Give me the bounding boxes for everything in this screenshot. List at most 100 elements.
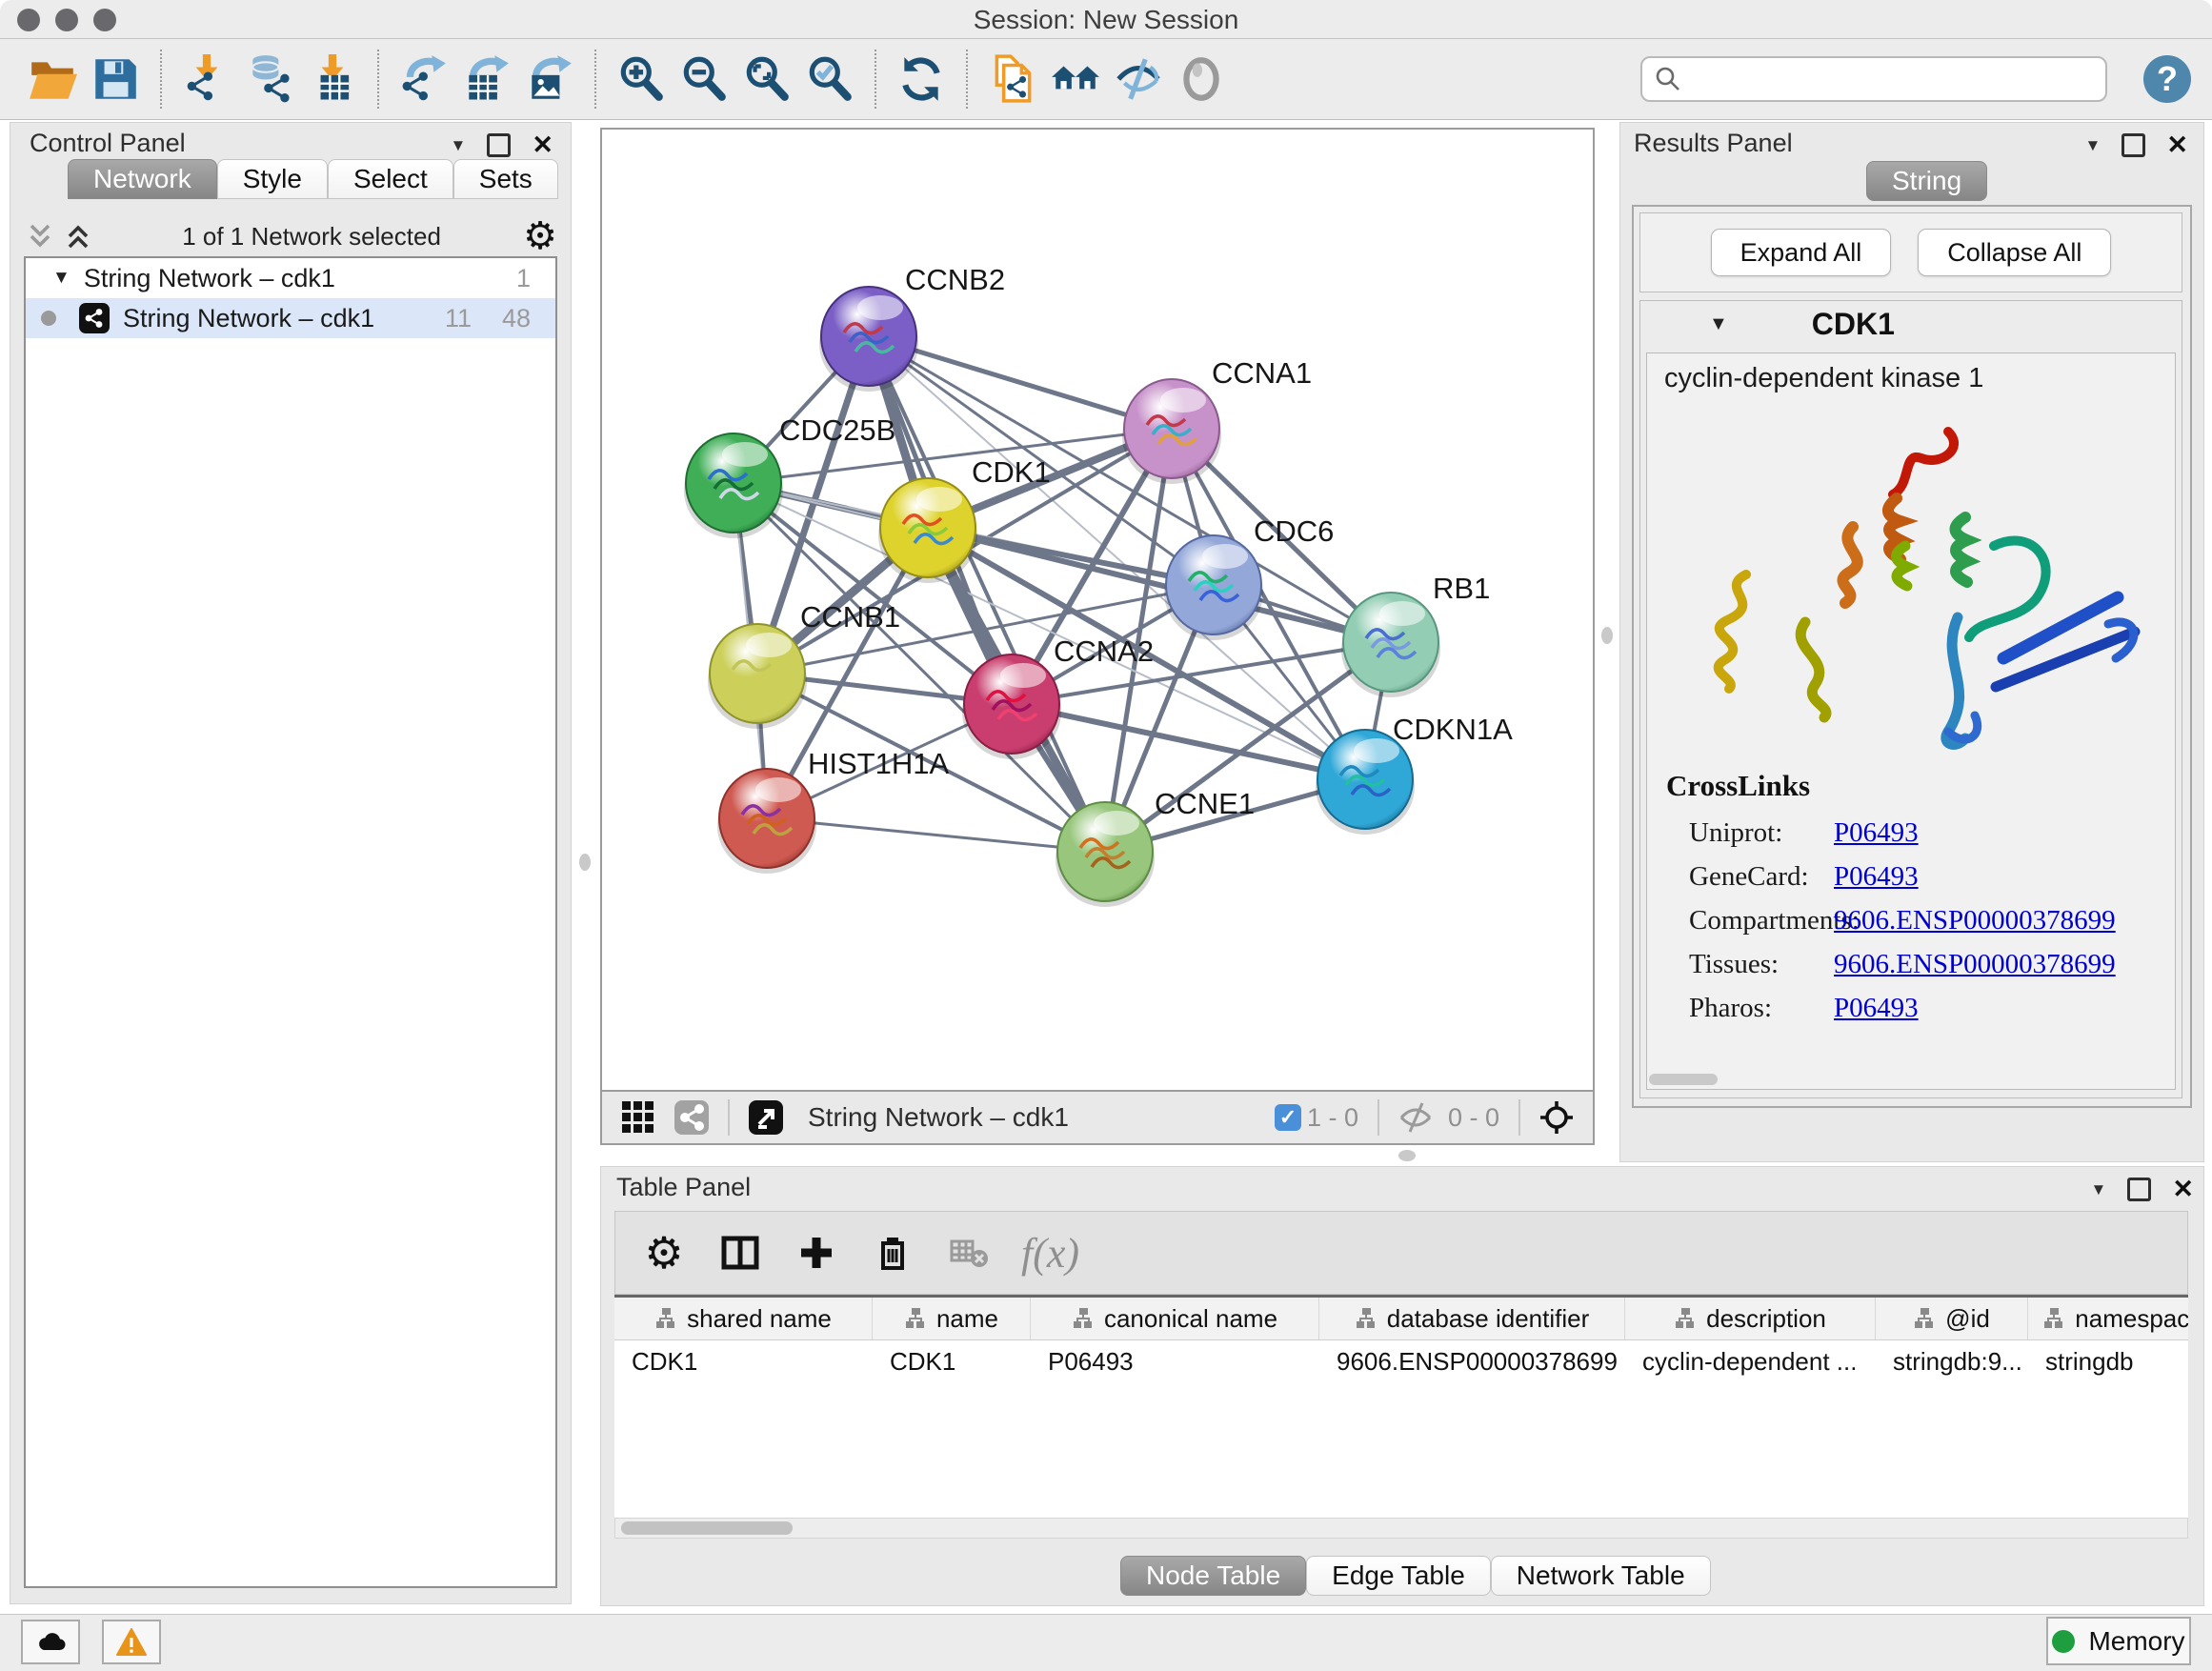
close-panel-icon[interactable]: ✕ bbox=[532, 132, 553, 158]
zoom-in-button[interactable] bbox=[610, 46, 673, 112]
crosslink-link[interactable]: P06493 bbox=[1834, 993, 1919, 1024]
table-cell[interactable]: stringdb:9... bbox=[1876, 1340, 2028, 1382]
export-network-button[interactable] bbox=[392, 46, 455, 112]
results-hscroll-thumb[interactable] bbox=[1649, 1074, 1718, 1085]
bottom-splitter-handle[interactable] bbox=[1398, 1150, 1416, 1161]
column-header-canonical-name[interactable]: canonical name bbox=[1031, 1298, 1319, 1339]
close-panel-icon[interactable]: ✕ bbox=[2166, 132, 2188, 158]
column-header-name[interactable]: name bbox=[873, 1298, 1031, 1339]
table-hscroll-thumb[interactable] bbox=[621, 1521, 793, 1535]
create-column-icon[interactable] bbox=[793, 1229, 840, 1277]
collapse-entry-icon[interactable]: ▼ bbox=[1709, 313, 1728, 335]
network-node-hist1h1a[interactable]: HIST1H1A bbox=[717, 747, 949, 874]
table-cell[interactable]: P06493 bbox=[1031, 1340, 1319, 1382]
tab-select[interactable]: Select bbox=[328, 159, 453, 199]
panel-menu-icon[interactable]: ▼ bbox=[2091, 1181, 2107, 1198]
cloud-button[interactable] bbox=[21, 1620, 80, 1664]
network-row[interactable]: String Network – cdk1 11 48 bbox=[26, 298, 555, 338]
crosslink-link[interactable]: 9606.ENSP00000378699 bbox=[1834, 949, 2116, 980]
import-network-button[interactable] bbox=[175, 46, 238, 112]
float-panel-icon[interactable] bbox=[487, 133, 511, 157]
zoom-fit-button[interactable] bbox=[735, 46, 798, 112]
memory-button[interactable]: Memory bbox=[2046, 1617, 2191, 1665]
float-panel-icon[interactable] bbox=[2127, 1178, 2151, 1201]
delete-column-trash-icon[interactable] bbox=[869, 1229, 916, 1277]
import-database-icon bbox=[244, 53, 295, 105]
table-cell[interactable]: CDK1 bbox=[873, 1340, 1031, 1382]
table-cell[interactable]: 9606.ENSP00000378699 bbox=[1319, 1340, 1625, 1382]
network-node-ccna1[interactable]: CCNA1 bbox=[1122, 356, 1312, 484]
share-document-button[interactable] bbox=[981, 46, 1044, 112]
window-title: Session: New Session bbox=[0, 5, 2212, 35]
crosslink-link[interactable]: 9606.ENSP00000378699 bbox=[1834, 905, 2116, 936]
collapse-collection-icon[interactable]: ▼ bbox=[52, 268, 70, 289]
float-panel-icon[interactable] bbox=[2122, 133, 2145, 157]
import-table-button[interactable] bbox=[301, 46, 364, 112]
network-canvas[interactable]: CCNB2CCNA1CDC25BCDK1CDC6RB1CCNB1CCNA2CDK… bbox=[600, 128, 1595, 1092]
export-image-button[interactable] bbox=[518, 46, 581, 112]
tab-edge-table[interactable]: Edge Table bbox=[1306, 1556, 1491, 1596]
node-entry-header[interactable]: ▼ CDK1 bbox=[1640, 301, 2182, 347]
string-view-icon[interactable] bbox=[671, 1097, 713, 1138]
network-node-cdk1[interactable]: CDK1 bbox=[878, 455, 1051, 583]
left-splitter-handle[interactable] bbox=[579, 854, 591, 871]
tab-network-table[interactable]: Network Table bbox=[1491, 1556, 1711, 1596]
close-panel-icon[interactable]: ✕ bbox=[2172, 1177, 2194, 1202]
search-field[interactable] bbox=[1640, 56, 2107, 102]
right-splitter-handle[interactable] bbox=[1601, 627, 1613, 644]
warnings-button[interactable] bbox=[102, 1620, 161, 1664]
save-session-button[interactable] bbox=[84, 46, 147, 112]
svg-text:CDC6: CDC6 bbox=[1254, 514, 1334, 548]
column-header-shared-name[interactable]: shared name bbox=[614, 1298, 873, 1339]
column-header-description[interactable]: description bbox=[1625, 1298, 1876, 1339]
search-input[interactable] bbox=[1692, 64, 2094, 95]
tab-sets[interactable]: Sets bbox=[453, 159, 558, 199]
export-table-button[interactable] bbox=[455, 46, 518, 112]
first-neighbors-button[interactable] bbox=[1044, 46, 1107, 112]
crosslink-link[interactable]: P06493 bbox=[1834, 861, 1919, 893]
network-edge[interactable] bbox=[767, 818, 1105, 852]
hide-selected-button[interactable] bbox=[1107, 46, 1170, 112]
fit-selected-crosshair-icon[interactable] bbox=[1536, 1097, 1578, 1138]
tab-string[interactable]: String bbox=[1866, 161, 1987, 201]
expand-all-button[interactable]: Expand All bbox=[1711, 229, 1892, 276]
zoom-selected-button[interactable] bbox=[798, 46, 861, 112]
refresh-button[interactable] bbox=[890, 46, 953, 112]
column-namespace-icon bbox=[1355, 1307, 1377, 1330]
selected-checkbox-icon[interactable]: ✓ bbox=[1275, 1104, 1301, 1131]
tab-style[interactable]: Style bbox=[217, 159, 328, 199]
expand-all-icon[interactable] bbox=[62, 220, 94, 252]
crosslink-link[interactable]: P06493 bbox=[1834, 817, 1919, 849]
network-options-gear-icon[interactable]: ⚙ bbox=[523, 217, 557, 255]
string-results-container: Expand All Collapse All ▼ CDK1 cyclin-de… bbox=[1632, 205, 2192, 1108]
zoom-out-button[interactable] bbox=[673, 46, 735, 112]
collapse-all-button[interactable]: Collapse All bbox=[1918, 229, 2111, 276]
import-database-button[interactable] bbox=[238, 46, 301, 112]
panel-menu-icon[interactable]: ▼ bbox=[451, 137, 467, 153]
table-cell[interactable]: CDK1 bbox=[614, 1340, 873, 1382]
panel-menu-icon[interactable]: ▼ bbox=[2085, 137, 2101, 153]
network-node-ccnb2[interactable]: CCNB2 bbox=[819, 263, 1005, 392]
table-row[interactable]: CDK1CDK1P064939606.ENSP00000378699cyclin… bbox=[614, 1340, 2188, 1382]
birdseye-grid-icon[interactable] bbox=[617, 1097, 659, 1138]
network-node-ccnb1[interactable]: CCNB1 bbox=[708, 600, 900, 729]
table-options-gear-icon[interactable]: ⚙ bbox=[640, 1229, 688, 1277]
open-session-button[interactable] bbox=[21, 46, 84, 112]
column-header--id[interactable]: @id bbox=[1876, 1298, 2028, 1339]
table-hscrollbar[interactable] bbox=[614, 1518, 2188, 1539]
table-cell[interactable]: stringdb bbox=[2028, 1340, 2188, 1382]
column-header-database-identifier[interactable]: database identifier bbox=[1319, 1298, 1625, 1339]
open-in-new-window-icon[interactable] bbox=[745, 1097, 787, 1138]
show-columns-icon[interactable] bbox=[716, 1229, 764, 1277]
network-name: String Network – cdk1 bbox=[123, 304, 374, 333]
network-node-rb1[interactable]: RB1 bbox=[1341, 572, 1490, 697]
network-node-cdkn1a[interactable]: CDKN1A bbox=[1316, 713, 1513, 835]
help-button[interactable]: ? bbox=[2143, 55, 2191, 103]
collapse-all-icon[interactable] bbox=[24, 220, 56, 252]
column-header-namespace[interactable]: namespace bbox=[2028, 1298, 2188, 1339]
show-all-button[interactable] bbox=[1170, 46, 1233, 112]
table-cell[interactable]: cyclin-dependent ... bbox=[1625, 1340, 1876, 1382]
network-collection-row[interactable]: ▼ String Network – cdk1 1 bbox=[26, 258, 555, 298]
tab-node-table[interactable]: Node Table bbox=[1120, 1556, 1306, 1596]
tab-network[interactable]: Network bbox=[68, 159, 217, 199]
